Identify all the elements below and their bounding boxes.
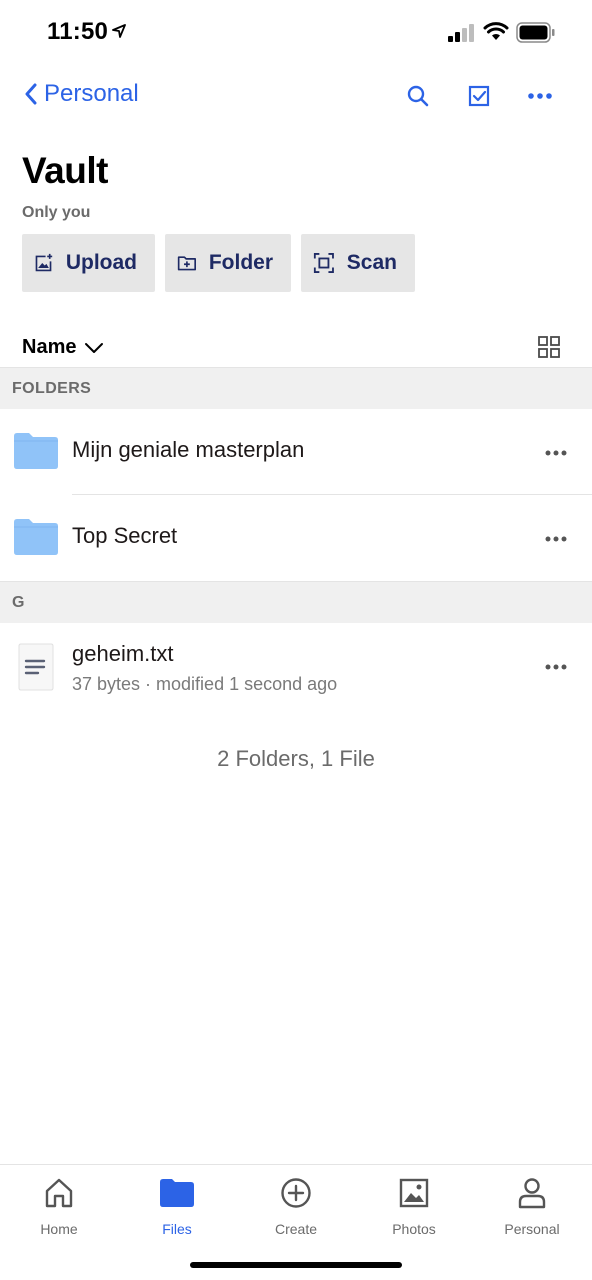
back-button-label: Personal: [44, 80, 139, 107]
row-more-button[interactable]: [540, 441, 572, 465]
more-icon: [545, 536, 567, 542]
select-checkbox-icon: [468, 85, 490, 107]
back-button[interactable]: Personal: [24, 80, 139, 108]
battery-icon: [516, 22, 555, 43]
folder-icon: [14, 519, 58, 555]
quick-actions: Upload Folder Scan: [22, 234, 415, 292]
tab-home[interactable]: Home: [0, 1175, 118, 1237]
tab-label: Personal: [504, 1221, 560, 1237]
scan-icon: [313, 253, 334, 273]
tab-label: Photos: [392, 1221, 436, 1237]
file-meta: 37 bytes · modified 1 second ago: [72, 674, 338, 694]
folder-label: Folder: [208, 251, 273, 274]
tab-files[interactable]: Files: [118, 1175, 236, 1237]
tab-label: Files: [162, 1221, 192, 1237]
upload-button[interactable]: Upload: [22, 234, 155, 292]
more-icon: [545, 664, 567, 670]
upload-label: Upload: [65, 251, 137, 274]
row-more-button[interactable]: [540, 655, 572, 679]
add-folder-icon: [177, 256, 197, 271]
file-row[interactable]: geheim.txt 37 bytes · modified 1 second …: [0, 623, 592, 719]
tab-label: Home: [40, 1221, 78, 1237]
row-more-button[interactable]: [540, 527, 572, 551]
search-icon: [407, 85, 429, 107]
tab-photos[interactable]: Photos: [355, 1175, 473, 1237]
location-arrow-icon: [112, 24, 126, 38]
sort-by-name-button[interactable]: Name: [22, 336, 104, 359]
more-icon: [545, 450, 567, 456]
item-count-summary: 2 Folders, 1 File: [217, 746, 375, 771]
folder-name: Mijn geniale masterplan: [72, 437, 305, 462]
select-button[interactable]: [465, 82, 493, 110]
folder-icon: [14, 433, 58, 469]
status-time: 11:50: [47, 18, 109, 45]
file-name: geheim.txt: [72, 641, 174, 666]
section-header-g: G: [0, 581, 592, 623]
scan-button[interactable]: Scan: [301, 234, 415, 292]
sort-bar: Name: [0, 326, 592, 368]
more-icon: [528, 93, 552, 99]
new-folder-button[interactable]: Folder: [165, 234, 291, 292]
text-file-icon: [18, 643, 54, 691]
more-options-button[interactable]: [526, 82, 554, 110]
photo-icon: [399, 1178, 429, 1208]
home-indicator: [190, 1262, 402, 1268]
upload-photo-icon: [35, 253, 53, 272]
navigation-bar: Personal: [0, 70, 592, 122]
chevron-left-icon: [25, 83, 37, 105]
search-button[interactable]: [404, 82, 432, 110]
page-title: Vault: [22, 150, 108, 191]
folder-row[interactable]: Mijn geniale masterplan: [0, 409, 592, 495]
plus-circle-icon: [281, 1178, 311, 1208]
folder-icon: [160, 1179, 194, 1207]
section-header-folders: FOLDERS: [0, 367, 592, 409]
status-bar: 11:50: [0, 0, 592, 66]
tab-personal[interactable]: Personal: [473, 1175, 591, 1237]
section-title: FOLDERS: [12, 380, 92, 397]
scan-label: Scan: [346, 251, 397, 274]
tab-label: Create: [274, 1221, 318, 1237]
wifi-icon: [483, 22, 509, 40]
folder-row[interactable]: Top Secret: [0, 495, 592, 581]
tab-create[interactable]: Create: [237, 1175, 355, 1237]
folder-name: Top Secret: [72, 523, 178, 548]
chevron-down-icon: [85, 342, 104, 353]
person-icon: [518, 1178, 546, 1209]
cellular-signal-icon: [448, 24, 474, 42]
sharing-status: Only you: [22, 204, 91, 221]
section-title: G: [12, 594, 25, 611]
grid-view-icon[interactable]: [538, 336, 560, 358]
home-icon: [45, 1178, 73, 1208]
sort-label: Name: [22, 336, 77, 358]
